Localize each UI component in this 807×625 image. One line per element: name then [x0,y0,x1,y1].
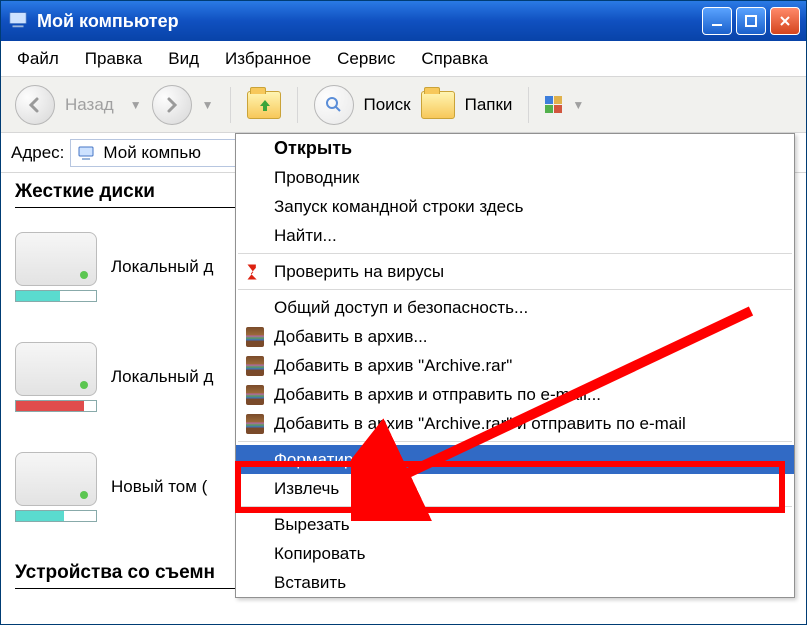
ctx-cut[interactable]: Вырезать [236,510,794,539]
menu-view[interactable]: Вид [168,49,199,69]
folders-label: Папки [465,95,513,115]
context-menu: Открыть Проводник Запуск командной строк… [235,133,795,598]
maximize-button[interactable] [736,7,766,35]
ctx-separator [238,441,792,442]
up-folder-button[interactable] [247,91,281,119]
ctx-virus-scan[interactable]: Проверить на вирусы [236,257,794,286]
menu-help[interactable]: Справка [421,49,488,69]
separator [230,87,231,123]
back-dropdown-icon: ▼ [130,98,142,112]
winrar-icon [244,413,266,435]
view-dropdown-icon: ▼ [572,98,584,112]
ctx-add-archive-email[interactable]: Добавить в архив и отправить по e-mail..… [236,380,794,409]
ctx-open[interactable]: Открыть [236,134,794,163]
ctx-separator [238,253,792,254]
menu-edit[interactable]: Правка [85,49,142,69]
minimize-button[interactable] [702,7,732,35]
address-label: Адрес: [11,143,64,163]
my-computer-icon [77,144,97,162]
toolbar: Назад ▼ ▼ Поиск Папки ▼ [1,77,806,133]
search-label: Поиск [364,95,411,115]
ctx-separator [238,506,792,507]
winrar-icon [244,355,266,377]
menubar: Файл Правка Вид Избранное Сервис Справка [1,41,806,77]
menu-service[interactable]: Сервис [337,49,395,69]
forward-button[interactable] [152,85,192,125]
ctx-sharing[interactable]: Общий доступ и безопасность... [236,293,794,322]
ctx-add-archive[interactable]: Добавить в архив... [236,322,794,351]
winrar-icon [244,384,266,406]
ctx-explorer[interactable]: Проводник [236,163,794,192]
drive-icon [15,342,97,396]
ctx-copy[interactable]: Копировать [236,539,794,568]
drive-label: Новый том ( [111,477,207,497]
ctx-paste[interactable]: Вставить [236,568,794,597]
search-button[interactable] [314,85,354,125]
titlebar: Мой компьютер [1,1,806,41]
drive-icon [15,232,97,286]
kaspersky-icon [244,261,266,283]
drive-icon [15,452,97,506]
close-button[interactable] [770,7,800,35]
folders-button[interactable] [421,91,455,119]
back-label: Назад [65,95,114,115]
separator [297,87,298,123]
drive-label: Локальный д [111,367,213,387]
window-frame: Мой компьютер Файл Правка Вид Избранное … [0,0,807,625]
ctx-cmd-here[interactable]: Запуск командной строки здесь [236,192,794,221]
menu-file[interactable]: Файл [17,49,59,69]
my-computer-icon [7,8,37,35]
ctx-find[interactable]: Найти... [236,221,794,250]
address-value: Мой компью [103,143,201,163]
view-button[interactable] [545,96,562,113]
ctx-separator [238,289,792,290]
forward-dropdown-icon: ▼ [202,98,214,112]
winrar-icon [244,326,266,348]
separator [528,87,529,123]
back-button[interactable] [15,85,55,125]
ctx-format[interactable]: Форматировать... [236,445,794,474]
window-buttons [702,7,800,35]
window-title: Мой компьютер [37,11,702,32]
ctx-add-archive-email-name[interactable]: Добавить в архив "Archive.rar" и отправи… [236,409,794,438]
ctx-eject[interactable]: Извлечь [236,474,794,503]
menu-favorites[interactable]: Избранное [225,49,311,69]
ctx-add-archive-name[interactable]: Добавить в архив "Archive.rar" [236,351,794,380]
drive-label: Локальный д [111,257,213,277]
